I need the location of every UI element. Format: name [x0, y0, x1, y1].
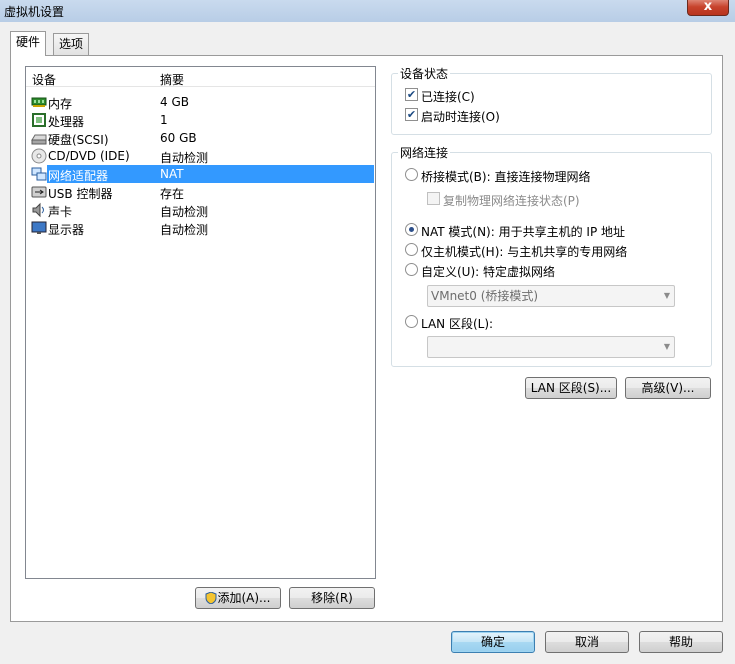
connect-at-power-on-label: 启动时连接(O) — [421, 110, 500, 124]
connect-at-power-on-checkbox[interactable]: ✔ — [405, 108, 418, 121]
device-name: USB 控制器 — [48, 187, 113, 201]
device-summary: 自动检测 — [160, 223, 209, 237]
lan-segment-label: LAN 区段(L): — [421, 317, 494, 331]
device-summary: 自动检测 — [160, 151, 209, 165]
device-list-header: 设备 摘要 — [26, 67, 375, 87]
device-row-harddisk[interactable]: 硬盘(SCSI) 60 GB — [26, 129, 375, 147]
device-row-cd-dvd[interactable]: CD/DVD (IDE) 自动检测 — [26, 147, 375, 165]
window-title: 虚拟机设置 — [4, 5, 65, 19]
device-summary: 存在 — [160, 187, 185, 201]
cd-dvd-icon — [31, 148, 47, 164]
nat-label: NAT 模式(N): 用于共享主机的 IP 地址 — [421, 225, 626, 239]
add-button[interactable]: 添加(A)... — [195, 587, 281, 609]
custom-network-value: VMnet0 (桥接模式) — [431, 289, 539, 303]
network-adapter-icon — [31, 166, 47, 182]
device-row-usb-controller[interactable]: USB 控制器 存在 — [26, 183, 375, 201]
cancel-button[interactable]: 取消 — [545, 631, 629, 653]
device-summary: 1 — [160, 113, 168, 127]
display-icon — [31, 220, 47, 236]
device-status-title: 设备状态 — [398, 65, 451, 82]
custom-label: 自定义(U): 特定虚拟网络 — [421, 265, 556, 279]
close-button[interactable]: x — [687, 0, 729, 16]
bridged-radio[interactable] — [405, 168, 418, 181]
device-name: CD/DVD (IDE) — [48, 149, 130, 163]
device-name: 处理器 — [48, 115, 85, 129]
advanced-button[interactable]: 高级(V)... — [625, 377, 711, 399]
usb-icon — [31, 184, 47, 200]
chevron-down-icon: ▼ — [663, 342, 670, 351]
device-row-processor[interactable]: 处理器 1 — [26, 111, 375, 129]
connected-label: 已连接(C) — [421, 90, 475, 104]
connected-checkbox[interactable]: ✔ — [405, 88, 418, 101]
ok-button[interactable]: 确定 — [451, 631, 535, 653]
network-connection-group: 网络连接 桥接模式(B): 直接连接物理网络 复制物理网络连接状态(P) NAT… — [391, 144, 712, 367]
shield-icon — [205, 590, 217, 605]
replicate-state-label: 复制物理网络连接状态(P) — [443, 194, 580, 208]
tab-options[interactable]: 选项 — [53, 33, 90, 55]
lan-segments-button[interactable]: LAN 区段(S)... — [525, 377, 617, 399]
chevron-down-icon: ▼ — [663, 291, 670, 300]
remove-button[interactable]: 移除(R) — [289, 587, 375, 609]
device-status-group: 设备状态 ✔ 已连接(C) ✔ 启动时连接(O) — [391, 65, 712, 135]
host-only-label: 仅主机模式(H): 与主机共享的专用网络 — [421, 245, 628, 259]
nat-radio[interactable] — [405, 223, 418, 236]
device-row-sound-card[interactable]: 声卡 自动检测 — [26, 201, 375, 219]
device-row-network-adapter[interactable]: 网络适配器 NAT — [26, 165, 375, 183]
device-row-memory[interactable]: 内存 4 GB — [26, 93, 375, 111]
lan-segment-select[interactable]: ▼ — [427, 336, 675, 358]
device-name: 内存 — [48, 97, 73, 111]
device-name: 网络适配器 — [48, 169, 109, 183]
bridged-label: 桥接模式(B): 直接连接物理网络 — [421, 170, 591, 184]
device-summary: 4 GB — [160, 95, 189, 109]
harddisk-icon — [31, 130, 47, 146]
memory-icon — [31, 94, 47, 110]
device-list[interactable]: 设备 摘要 内存 4 GB 处理器 1 硬盘(SCSI) 60 GB CD/DV… — [25, 66, 376, 579]
network-connection-title: 网络连接 — [398, 144, 451, 161]
vm-settings-window: 虚拟机设置 x 硬件 选项 设备 摘要 内存 4 GB 处理器 1 硬盘(SCS… — [0, 0, 735, 664]
hardware-panel: 设备 摘要 内存 4 GB 处理器 1 硬盘(SCSI) 60 GB CD/DV… — [10, 55, 723, 622]
device-summary: 自动检测 — [160, 205, 209, 219]
device-name: 声卡 — [48, 205, 73, 219]
custom-network-select[interactable]: VMnet0 (桥接模式) ▼ — [427, 285, 675, 307]
custom-radio[interactable] — [405, 263, 418, 276]
add-button-label: 添加(A)... — [217, 591, 271, 605]
help-button[interactable]: 帮助 — [639, 631, 723, 653]
host-only-radio[interactable] — [405, 243, 418, 256]
column-device[interactable]: 设备 — [32, 71, 56, 88]
sound-card-icon — [31, 202, 47, 218]
replicate-state-checkbox[interactable] — [427, 192, 440, 205]
title-bar[interactable]: 虚拟机设置 x — [0, 0, 735, 22]
device-summary: 60 GB — [160, 131, 197, 145]
processor-icon — [31, 112, 47, 128]
device-name: 显示器 — [48, 223, 85, 237]
lan-segment-radio[interactable] — [405, 315, 418, 328]
tab-hardware[interactable]: 硬件 — [10, 31, 47, 56]
column-summary[interactable]: 摘要 — [160, 71, 184, 88]
device-row-display[interactable]: 显示器 自动检测 — [26, 219, 375, 237]
device-name: 硬盘(SCSI) — [48, 133, 109, 147]
device-summary: NAT — [160, 167, 184, 181]
